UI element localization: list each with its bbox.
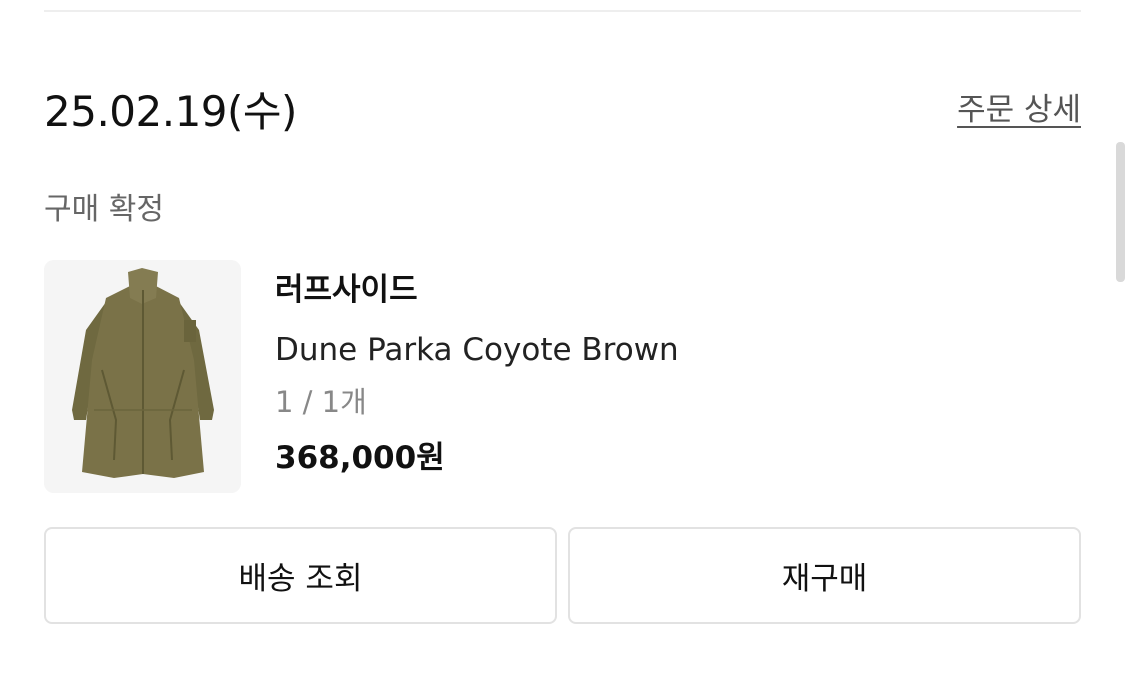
product-price: 368,000원 [275, 440, 445, 476]
product-image[interactable] [44, 260, 241, 493]
product-name[interactable]: Dune Parka Coyote Brown [275, 328, 679, 372]
top-divider [44, 10, 1081, 12]
order-history-card: 25.02.19(수) 주문 상세 구매 확정 러프사이드 Dune Parka [0, 0, 1125, 685]
track-delivery-button[interactable]: 배송 조회 [44, 527, 557, 624]
order-date: 25.02.19(수) [44, 87, 297, 136]
parka-image [44, 260, 241, 493]
rebuy-button[interactable]: 재구매 [568, 527, 1081, 624]
product-info: 러프사이드 Dune Parka Coyote Brown 1 / 1개 368… [275, 268, 679, 476]
order-detail-link[interactable]: 주문 상세 [957, 90, 1081, 130]
scrollbar-thumb[interactable] [1116, 142, 1125, 282]
order-status: 구매 확정 [44, 192, 164, 227]
product-quantity: 1 / 1개 [275, 385, 367, 419]
brand-name[interactable]: 러프사이드 [275, 268, 418, 312]
